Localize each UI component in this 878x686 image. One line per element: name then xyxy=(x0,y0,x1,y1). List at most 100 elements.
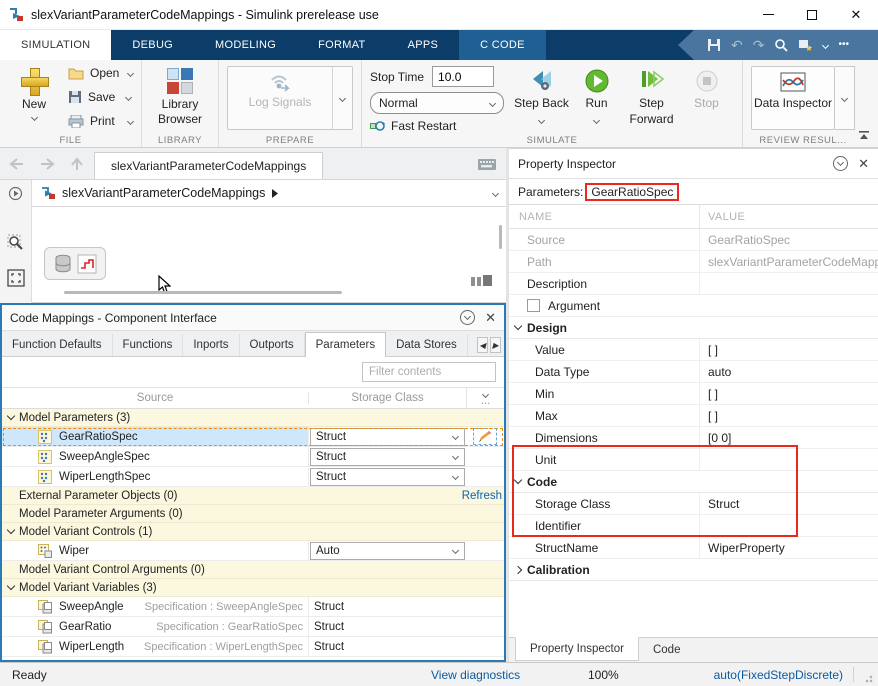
open-button[interactable]: Open xyxy=(68,66,133,80)
tab-debug[interactable]: DEBUG xyxy=(111,30,194,60)
filter-contents-input[interactable] xyxy=(362,362,496,382)
prepare-dropdown[interactable] xyxy=(332,67,352,129)
zoom-level[interactable]: 100% xyxy=(588,663,619,686)
group-model-variant-controls[interactable]: Model Variant Controls (1) xyxy=(2,523,504,541)
property-row-argument[interactable]: Argument xyxy=(509,295,878,317)
search-icon[interactable] xyxy=(774,38,788,52)
hide-explorer-icon[interactable] xyxy=(8,186,23,204)
section-code[interactable]: Code xyxy=(509,471,878,493)
group-external-parameter-objects[interactable]: External Parameter Objects (0) Refresh xyxy=(2,487,504,505)
table-row[interactable]: WiperLengthSpec Struct xyxy=(2,467,504,487)
column-more[interactable]: ... xyxy=(466,388,504,408)
panel-close-icon[interactable]: ✕ xyxy=(485,311,496,324)
maximize-button[interactable] xyxy=(790,0,834,29)
edit-pencil-icon[interactable] xyxy=(473,428,497,445)
tab-apps[interactable]: APPS xyxy=(387,30,460,60)
tab-modeling[interactable]: MODELING xyxy=(194,30,297,60)
property-row[interactable]: Value[ ] xyxy=(509,339,878,361)
fit-to-view-icon[interactable] xyxy=(7,269,25,290)
property-row[interactable]: StructNameWiperProperty xyxy=(509,537,878,559)
model-blocks[interactable] xyxy=(44,247,106,280)
storage-class-dropdown[interactable]: Struct xyxy=(310,428,465,446)
stop-time-input[interactable] xyxy=(432,66,494,87)
canvas-vscrollbar[interactable] xyxy=(499,225,502,249)
expand-icon[interactable] xyxy=(514,565,522,573)
property-row[interactable]: Description xyxy=(509,273,878,295)
fast-restart-toggle[interactable]: Fast Restart xyxy=(370,119,504,133)
table-row[interactable]: GearRatioSpec Struct xyxy=(2,427,504,447)
zoom-region-icon[interactable] xyxy=(7,234,25,255)
tab-inports[interactable]: Inports xyxy=(183,334,239,356)
refresh-link[interactable]: Refresh xyxy=(462,490,504,502)
breadcrumb-model-name[interactable]: slexVariantParameterCodeMappings xyxy=(62,186,265,200)
tab-simulation[interactable]: SIMULATION xyxy=(0,30,111,60)
tab-outports[interactable]: Outports xyxy=(240,334,305,356)
property-row[interactable]: Storage ClassStruct xyxy=(509,493,878,515)
data-inspector-button[interactable]: Data Inspector xyxy=(751,66,835,130)
signal-block-icon[interactable] xyxy=(77,254,97,274)
print-button[interactable]: Print xyxy=(68,114,133,128)
tab-data-stores[interactable]: Data Stores xyxy=(386,334,468,356)
property-row[interactable]: Max[ ] xyxy=(509,405,878,427)
tab-format[interactable]: FORMAT xyxy=(297,30,386,60)
simulation-mode-dropdown[interactable]: Normal xyxy=(370,92,504,114)
step-forward-button[interactable]: Step Forward xyxy=(624,66,679,127)
new-button[interactable]: New xyxy=(8,66,60,120)
stop-button[interactable]: Stop xyxy=(679,66,734,127)
table-row[interactable]: SweepAngleSpec Struct xyxy=(2,447,504,467)
property-row[interactable]: Data Typeauto xyxy=(509,361,878,383)
step-back-button[interactable]: Step Back xyxy=(514,66,569,127)
library-browser-button[interactable]: Library Browser xyxy=(150,66,210,127)
tab-scroll-left-icon[interactable]: ◀ xyxy=(477,337,488,353)
save-icon[interactable] xyxy=(707,38,721,52)
argument-checkbox[interactable] xyxy=(527,299,540,312)
property-row[interactable]: Dimensions[0 0] xyxy=(509,427,878,449)
review-dropdown[interactable] xyxy=(835,66,855,130)
collapse-ribbon-icon[interactable] xyxy=(858,129,870,143)
collapse-icon[interactable] xyxy=(7,526,15,534)
group-model-variant-variables[interactable]: Model Variant Variables (3) xyxy=(2,579,504,597)
group-model-parameters[interactable]: Model Parameters (3) xyxy=(2,409,504,427)
model-canvas[interactable] xyxy=(32,207,506,303)
more-options-icon[interactable]: ••• xyxy=(838,40,849,50)
panel-minimize-icon[interactable] xyxy=(833,156,848,171)
quick-access-dropdown-icon[interactable] xyxy=(822,41,829,48)
save-dropdown-icon[interactable] xyxy=(125,93,132,100)
storage-class-dropdown[interactable]: Struct xyxy=(310,448,465,466)
new-dropdown-icon[interactable] xyxy=(30,114,37,121)
redo-icon[interactable]: ↷ xyxy=(753,38,765,52)
tab-functions[interactable]: Functions xyxy=(113,334,184,356)
dictionary-block-icon[interactable] xyxy=(54,254,72,274)
bottom-tab-code[interactable]: Code xyxy=(639,638,695,662)
canvas-hscrollbar[interactable] xyxy=(64,291,342,294)
collapse-icon[interactable] xyxy=(514,322,522,330)
tab-parameters[interactable]: Parameters xyxy=(305,332,386,357)
tab-c-code[interactable]: C CODE xyxy=(459,30,546,60)
panel-minimize-icon[interactable] xyxy=(460,310,475,325)
close-button[interactable]: ✕ xyxy=(834,0,878,29)
keyboard-icon[interactable] xyxy=(478,159,496,173)
resize-grip[interactable] xyxy=(865,673,875,683)
column-storage-class[interactable]: Storage Class xyxy=(308,392,466,404)
collapse-icon[interactable] xyxy=(514,476,522,484)
view-diagnostics-link[interactable]: View diagnostics xyxy=(431,663,520,686)
column-source[interactable]: Source xyxy=(2,392,308,404)
nav-up-icon[interactable] xyxy=(64,152,90,176)
run-button[interactable]: Run xyxy=(569,66,624,127)
storage-class-dropdown[interactable]: Auto xyxy=(310,542,465,560)
minimize-button[interactable] xyxy=(746,0,790,29)
nav-forward-icon[interactable] xyxy=(34,152,60,176)
storage-class-dropdown[interactable]: Struct xyxy=(310,468,465,486)
property-row[interactable]: Unit xyxy=(509,449,878,471)
collapse-icon[interactable] xyxy=(7,412,15,420)
section-design[interactable]: Design xyxy=(509,317,878,339)
table-row[interactable]: WiperLength Specification : WiperLengthS… xyxy=(2,637,504,657)
nav-back-icon[interactable] xyxy=(4,152,30,176)
bottom-tab-property-inspector[interactable]: Property Inspector xyxy=(515,637,639,661)
panel-close-icon[interactable]: ✕ xyxy=(858,157,869,170)
tab-function-defaults[interactable]: Function Defaults xyxy=(2,334,113,356)
model-document-tab[interactable]: slexVariantParameterCodeMappings xyxy=(94,152,323,179)
collapse-icon[interactable] xyxy=(7,582,15,590)
table-row[interactable]: Wiper Auto xyxy=(2,541,504,561)
group-model-variant-control-arguments[interactable]: Model Variant Control Arguments (0) xyxy=(2,561,504,579)
